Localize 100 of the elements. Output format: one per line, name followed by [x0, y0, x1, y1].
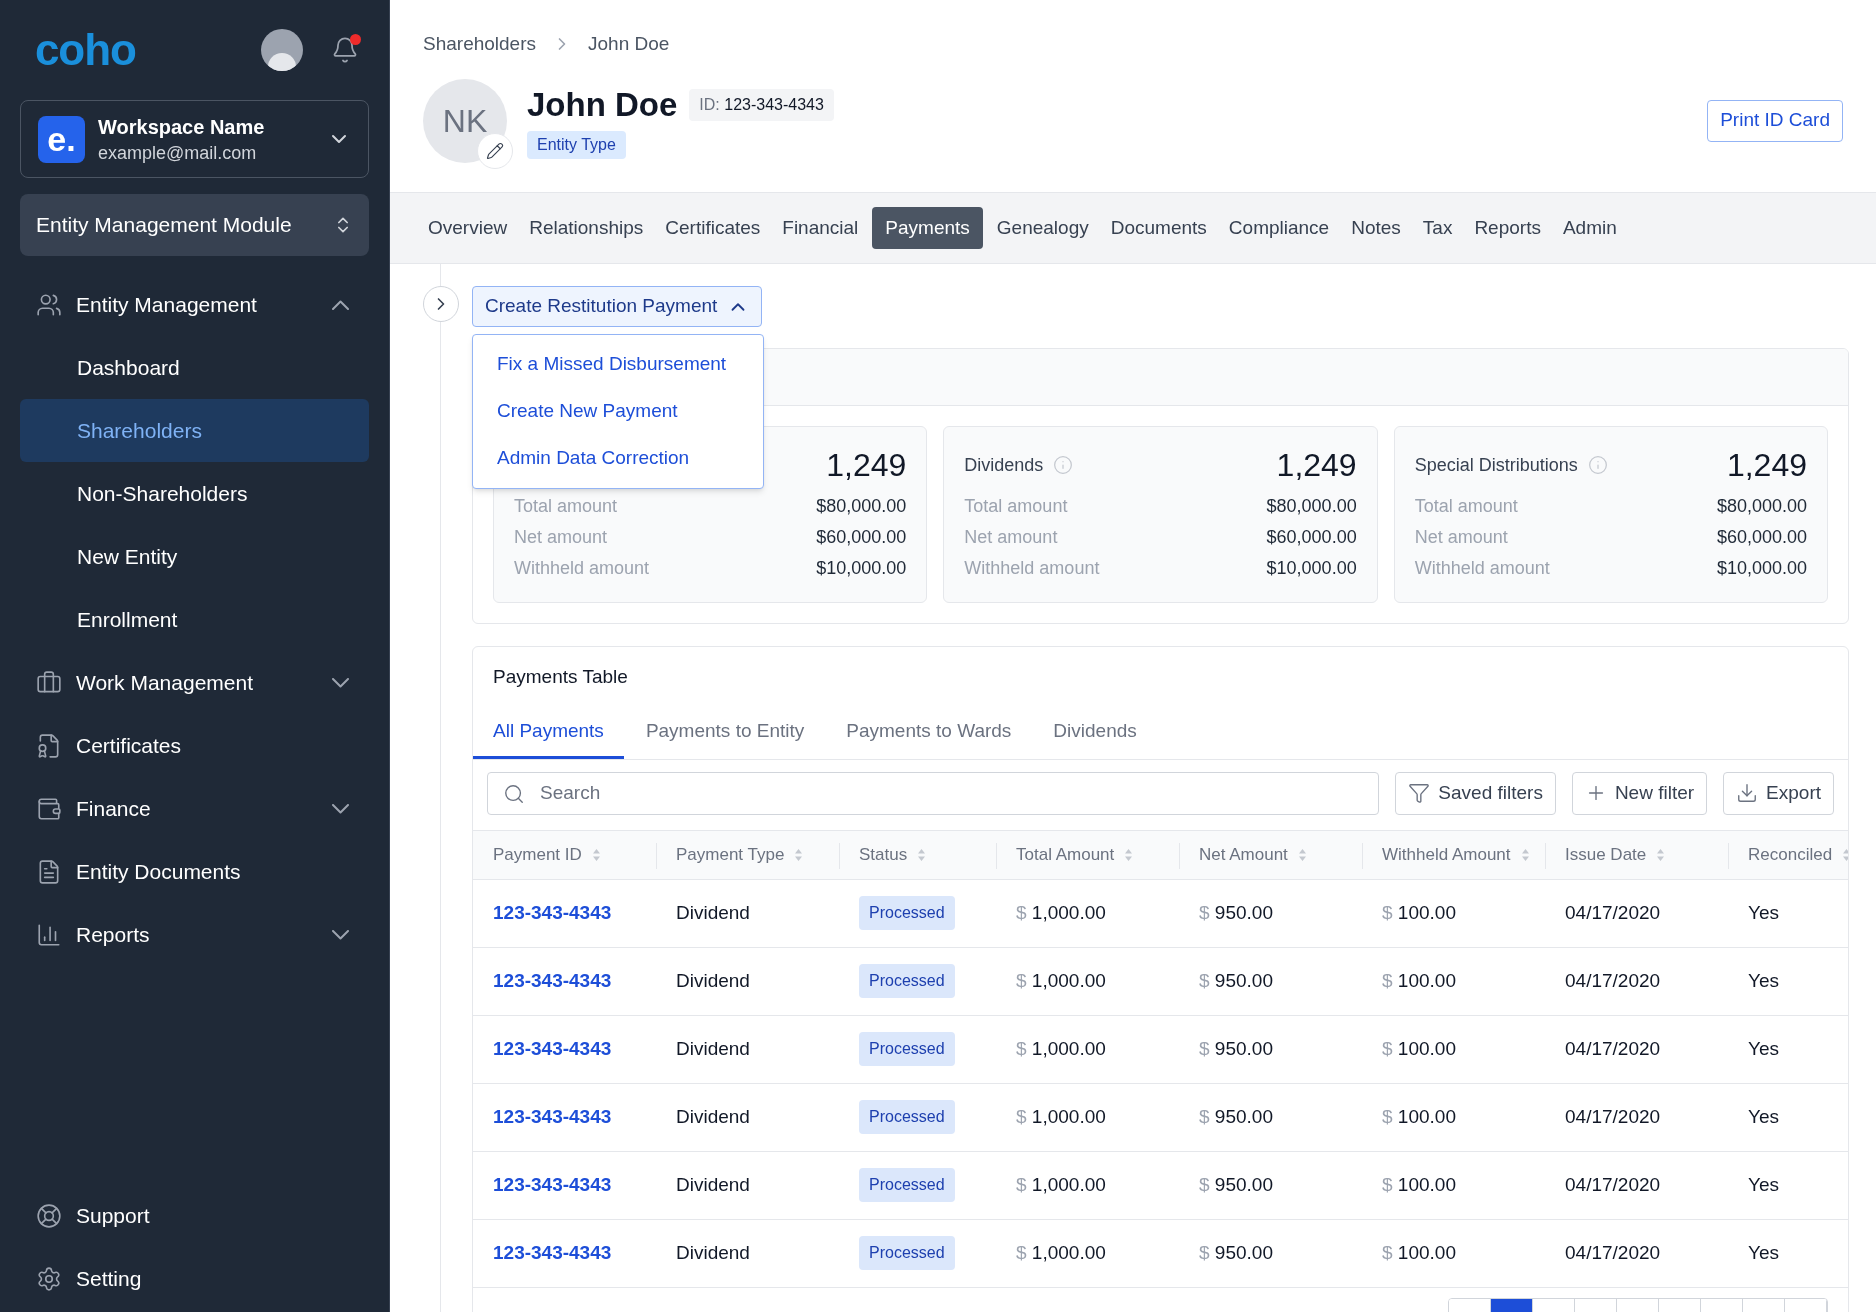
payment-id-link[interactable]: 123-343-4343	[493, 1238, 612, 1268]
card-count: 1,249	[1726, 446, 1807, 485]
table-tab[interactable]: Payments to Entity	[625, 713, 825, 759]
nav-subitem[interactable]: New Entity	[20, 525, 369, 588]
amount-value: $80,000.00	[816, 495, 907, 518]
sort-icon[interactable]	[1656, 847, 1666, 862]
tab[interactable]: Notes	[1343, 207, 1409, 249]
table-tab[interactable]: Payments to Wards	[826, 713, 1032, 759]
filter-icon	[1408, 782, 1431, 804]
nav-item[interactable]: Finance	[20, 777, 369, 840]
table-row[interactable]: 123-343-4343 Dividend Processed $ 1,000.00 $ 950.00 $ 100.00 04/17/2020 Yes	[473, 1151, 1848, 1220]
table-row[interactable]: 123-343-4343 Dividend Processed $ 1,000.00 $ 950.00 $ 100.00 04/17/2020 Yes	[473, 1083, 1848, 1152]
nav-item[interactable]: Entity Documents	[20, 840, 369, 903]
logo[interactable]: coho	[35, 28, 136, 72]
column-header[interactable]: Issue Date	[1565, 841, 1647, 868]
amount-label: Total amount	[964, 495, 1068, 518]
sort-icon[interactable]	[917, 847, 927, 862]
toolbar-button[interactable]: New filter	[1571, 771, 1708, 815]
table-row[interactable]: 123-343-4343 Dividend Processed $ 1,000.00 $ 950.00 $ 100.00 04/17/2020 Yes	[473, 1015, 1848, 1084]
table-cell-text: Dividend	[676, 1240, 750, 1265]
breadcrumb-item[interactable]: Shareholders	[423, 30, 537, 59]
table-row[interactable]: 123-343-4343 Dividend Processed $ 1,000.00 $ 950.00 $ 100.00 04/17/2020 Yes	[473, 1219, 1848, 1288]
menu-item[interactable]: Admin Data Correction	[473, 435, 763, 482]
info-icon[interactable]	[1587, 455, 1608, 475]
sort-icon[interactable]	[591, 847, 601, 862]
chevron-down-icon	[332, 929, 349, 940]
tab[interactable]: Reports	[1466, 207, 1549, 249]
table-cell-text: $ 100.00	[1382, 1104, 1456, 1129]
nav-item[interactable]: Work Management	[20, 651, 369, 714]
table-cell-text: $ 100.00	[1382, 1036, 1456, 1061]
payment-id-link[interactable]: 123-343-4343	[493, 1102, 612, 1132]
module-selector[interactable]: Entity Management Module	[20, 194, 369, 256]
tab[interactable]: Documents	[1102, 207, 1215, 249]
table-tab[interactable]: Dividends	[1033, 713, 1157, 759]
amount-value: $80,000.00	[1266, 495, 1357, 518]
toolbar-button[interactable]: Export	[1723, 771, 1834, 815]
nav-subitem[interactable]: Shareholders	[20, 399, 369, 462]
tab[interactable]: Overview	[420, 207, 516, 249]
tab[interactable]: Genealogy	[988, 207, 1097, 249]
table-cell-text: 04/17/2020	[1565, 900, 1661, 925]
column-header[interactable]: Withheld Amount	[1382, 841, 1511, 868]
nav-item[interactable]: Certificates	[20, 714, 369, 777]
table-row[interactable]: 123-343-4343 Dividend Processed $ 1,000.00 $ 950.00 $ 100.00 04/17/2020 Yes	[473, 947, 1848, 1016]
tab[interactable]: Admin	[1554, 207, 1625, 249]
payment-id-link[interactable]: 123-343-4343	[493, 966, 612, 996]
amount-value: $60,000.00	[1266, 526, 1357, 549]
nav-item[interactable]: Reports	[20, 903, 369, 966]
avatar[interactable]	[261, 29, 303, 71]
payment-id-link[interactable]: 123-343-4343	[493, 1170, 612, 1200]
column-header[interactable]: Total Amount	[1016, 841, 1115, 868]
chevron-up-icon	[332, 299, 349, 310]
tab[interactable]: Certificates	[657, 207, 769, 249]
amount-label: Total amount	[1414, 495, 1518, 518]
menu-item[interactable]: Fix a Missed Disbursement	[473, 341, 763, 388]
table-cell-text: 04/17/2020	[1565, 1104, 1661, 1129]
create-restitution-payment-button[interactable]: Create Restitution Payment	[472, 286, 763, 327]
chevron-down-icon	[332, 803, 349, 814]
table-cell-text: $ 1,000.00	[1016, 968, 1106, 993]
payment-id-link[interactable]: 123-343-4343	[493, 1034, 612, 1064]
sort-icon[interactable]	[1297, 847, 1307, 862]
nav-item[interactable]: Setting	[20, 1247, 369, 1310]
status-badge: Processed	[859, 964, 955, 998]
table-tab[interactable]: All Payments	[473, 713, 624, 759]
amount-value: $60,000.00	[816, 526, 907, 549]
nav-subitem[interactable]: Enrollment	[20, 588, 369, 651]
column-header[interactable]: Net Amount	[1199, 841, 1288, 868]
tab[interactable]: Compliance	[1220, 207, 1338, 249]
nav-subitem[interactable]: Dashboard	[20, 336, 369, 399]
nav-item[interactable]: Entity Management	[20, 273, 369, 336]
toolbar-button[interactable]: Saved filters	[1395, 771, 1556, 815]
nav-subitem[interactable]: Non-Shareholders	[20, 462, 369, 525]
sort-icon[interactable]	[1124, 847, 1134, 862]
edit-avatar-button[interactable]	[477, 132, 513, 169]
sort-icon[interactable]	[794, 847, 804, 862]
expand-panel-button[interactable]	[423, 286, 459, 322]
info-icon[interactable]	[1053, 455, 1074, 475]
column-header[interactable]: Status	[859, 841, 908, 868]
status-badge: Processed	[859, 1236, 955, 1270]
amount-label: Net amount	[514, 526, 608, 549]
table-cell-text: Yes	[1748, 1172, 1779, 1197]
table-row[interactable]: 123-343-4343 Dividend Processed $ 1,000.00 $ 950.00 $ 100.00 04/17/2020 Yes	[473, 879, 1848, 948]
column-header[interactable]: Payment ID	[493, 841, 582, 868]
print-id-card-button[interactable]: Print ID Card	[1707, 99, 1843, 142]
column-header[interactable]: Payment Type	[676, 841, 785, 868]
bell-icon[interactable]	[331, 36, 359, 64]
tab[interactable]: Payments	[872, 207, 983, 249]
tab[interactable]: Tax	[1414, 207, 1461, 249]
column-header[interactable]: Reconciled	[1748, 841, 1833, 868]
nav-item[interactable]: Support	[20, 1184, 369, 1247]
tab[interactable]: Financial	[774, 207, 867, 249]
table-cell-text: 04/17/2020	[1565, 1240, 1661, 1265]
breadcrumb-item: John Doe	[588, 32, 670, 56]
menu-item[interactable]: Create New Payment	[473, 388, 763, 435]
workspace-switcher[interactable]: e. Workspace Name example@mail.com	[20, 100, 369, 178]
sort-icon[interactable]	[1842, 847, 1848, 862]
sort-icon[interactable]	[1520, 847, 1530, 862]
payment-id-link[interactable]: 123-343-4343	[493, 898, 612, 928]
table-cell-text: $ 950.00	[1199, 968, 1273, 993]
tab[interactable]: Relationships	[521, 207, 652, 249]
search-field[interactable]: Search	[487, 771, 1380, 815]
